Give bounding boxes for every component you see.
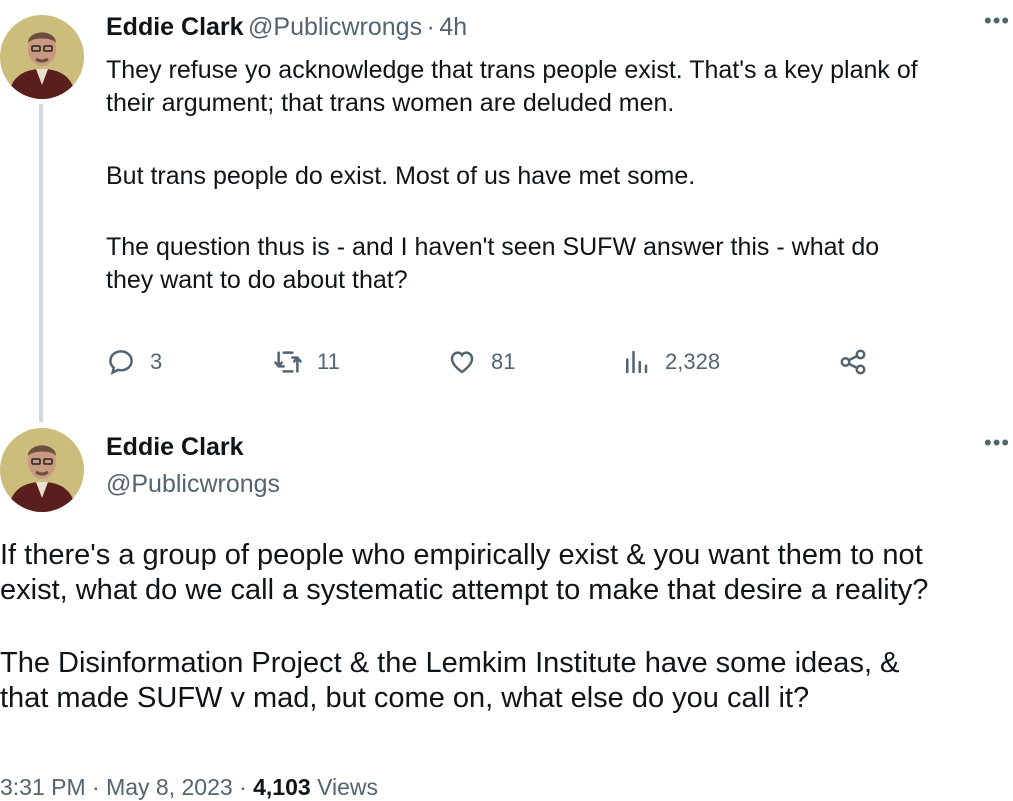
tweet-time[interactable]: 4h [439, 13, 467, 41]
views-label: Views [310, 774, 379, 800]
retweet-button[interactable]: 11 [273, 347, 340, 377]
reply-count: 3 [150, 349, 163, 374]
tweet2-paragraph-2: The Disinformation Project & the Lemkim … [0, 647, 900, 714]
author-name[interactable]: Eddie Clark [106, 433, 244, 462]
share-icon [840, 349, 866, 375]
reply-button[interactable]: 3 [106, 347, 162, 377]
ellipsis-icon: ••• [984, 430, 1011, 455]
avatar-image [0, 15, 84, 99]
heart-icon [450, 351, 474, 374]
avatar-image [0, 428, 84, 512]
separator: · [426, 13, 435, 41]
tweet1-paragraph-1: They refuse yo acknowledge that trans pe… [106, 56, 918, 117]
more-button[interactable]: ••• [984, 8, 1010, 34]
ellipsis-icon: ••• [984, 8, 1011, 33]
like-count: 81 [491, 349, 516, 374]
author-handle[interactable]: @Publicwrongs [248, 13, 422, 41]
tweet1-paragraph-2: But trans people do exist. Most of us ha… [106, 162, 696, 190]
avatar[interactable] [0, 15, 84, 99]
more-button[interactable]: ••• [984, 430, 1010, 456]
tweet1-header: Eddie Clark @Publicwrongs · 4h [106, 13, 467, 42]
views-count: 2,328 [665, 349, 721, 374]
share-button[interactable] [838, 347, 868, 377]
reply-icon [109, 350, 133, 375]
like-button[interactable]: 81 [447, 347, 515, 377]
retweet-icon [274, 351, 302, 373]
views-number: 4,103 [253, 774, 311, 800]
thread-line [39, 104, 43, 422]
tweet2-paragraph-1: If there's a group of people who empiric… [0, 539, 929, 606]
timestamp[interactable]: 3:31 PM · May 8, 2023 · [0, 774, 253, 800]
analytics-icon [626, 350, 648, 374]
tweet-meta: 3:31 PM · May 8, 2023 · 4,103 Views [0, 774, 378, 801]
author-handle[interactable]: @Publicwrongs [106, 470, 280, 499]
avatar[interactable] [0, 428, 84, 512]
author-name[interactable]: Eddie Clark [106, 13, 244, 41]
retweet-count: 11 [317, 349, 340, 374]
views-button[interactable]: 2,328 [621, 347, 720, 377]
tweet1-paragraph-3: The question thus is - and I haven't see… [106, 233, 880, 294]
